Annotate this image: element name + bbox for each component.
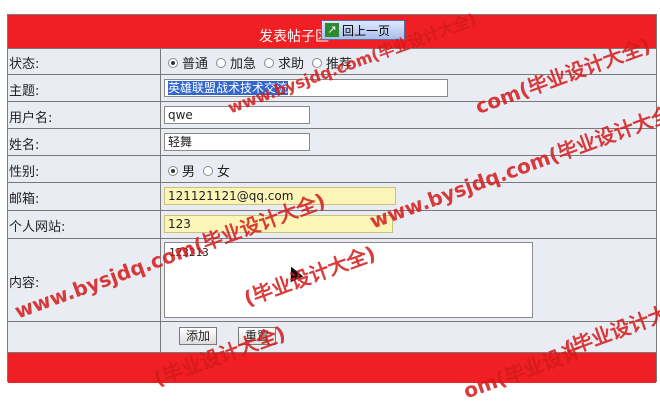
- radio-dot-icon: [216, 57, 227, 68]
- username-row: [8, 101, 656, 127]
- gender-row: [8, 155, 656, 181]
- back-button-label: 回上一页: [342, 23, 391, 38]
- name-input[interactable]: 轻舞: [164, 133, 310, 151]
- status-radio-help[interactable]: 求助: [264, 53, 304, 72]
- add-button[interactable]: 添加: [179, 327, 218, 345]
- form-footer: [8, 352, 656, 383]
- gender-radio-group: 男 女: [168, 161, 238, 180]
- website-label: 个人网站:: [9, 220, 66, 235]
- email-input[interactable]: 121121121@qq.com: [164, 187, 396, 205]
- email-label: 邮箱:: [9, 192, 40, 207]
- username-input[interactable]: qwe: [164, 106, 310, 124]
- radio-dot-icon: [264, 57, 275, 68]
- subject-label: 主题:: [9, 84, 40, 99]
- back-arrow-icon: ↗: [325, 23, 339, 37]
- status-radio-urgent[interactable]: 加急: [216, 53, 256, 72]
- status-radio-recommend[interactable]: 推荐: [312, 53, 352, 72]
- status-radio-group: 普通 加急 求助 推荐: [168, 53, 360, 72]
- name-row: [8, 128, 656, 154]
- username-label: 用户名:: [9, 111, 53, 126]
- gender-radio-male[interactable]: 男: [168, 161, 195, 180]
- page-title: 发表帖子区: [259, 29, 329, 45]
- name-label: 姓名:: [9, 138, 40, 153]
- content-label: 内容:: [9, 276, 40, 291]
- status-radio-normal[interactable]: 普通: [168, 53, 208, 72]
- actions-row: [8, 321, 656, 352]
- subject-input[interactable]: 英雄联盟战术技术交流: [164, 79, 448, 97]
- gender-label: 性别:: [9, 165, 40, 180]
- radio-dot-icon: [203, 165, 214, 176]
- status-label: 状态:: [9, 57, 40, 72]
- website-input[interactable]: 123: [164, 215, 393, 233]
- gender-radio-female[interactable]: 女: [203, 161, 230, 180]
- radio-dot-icon: [312, 57, 323, 68]
- reset-button[interactable]: 重置: [238, 327, 277, 345]
- radio-dot-icon: [168, 165, 178, 176]
- back-button[interactable]: ↗ 回上一页: [321, 20, 405, 40]
- content-textarea[interactable]: 123213: [164, 242, 533, 318]
- radio-dot-icon: [168, 57, 178, 68]
